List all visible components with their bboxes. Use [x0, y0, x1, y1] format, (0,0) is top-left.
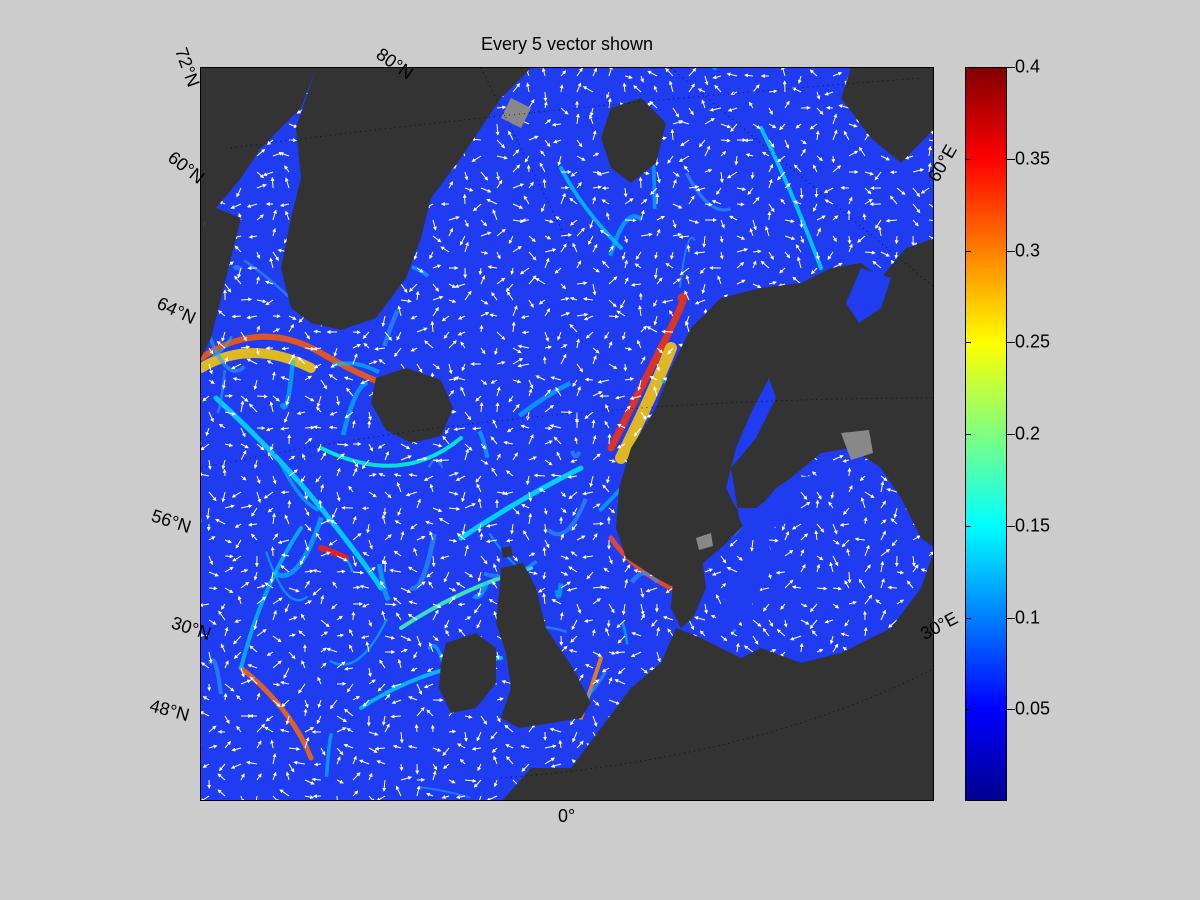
current-vector	[601, 585, 610, 590]
current-vector	[270, 546, 275, 557]
colorbar-tick-label: 0.05	[1015, 698, 1051, 719]
current-vector	[384, 602, 397, 607]
colorbar-tick-label: 0.3	[1015, 240, 1041, 260]
current-vector	[608, 314, 620, 319]
current-vector	[533, 473, 546, 478]
current-vector	[313, 762, 322, 767]
current-vector	[222, 468, 227, 477]
colorbar-tick	[1007, 709, 1015, 711]
colorbar-tick-inner	[965, 250, 971, 252]
current-vector	[606, 619, 611, 628]
current-vector	[607, 433, 612, 445]
colorbar-tick-inner	[965, 709, 971, 711]
current-vector	[543, 523, 548, 534]
current-vector	[736, 202, 745, 207]
colorbar-tick-inner	[965, 525, 971, 527]
colorbar-tick	[1007, 250, 1015, 252]
current-vector	[311, 777, 322, 782]
current-vector	[614, 650, 626, 655]
current-vector	[414, 723, 419, 733]
current-vector	[815, 499, 820, 509]
current-vector	[847, 467, 852, 477]
current-vector	[479, 324, 484, 333]
current-vector	[584, 377, 594, 382]
colorbar-tick	[1007, 67, 1015, 68]
current-vector	[231, 314, 242, 319]
current-vector	[448, 729, 457, 734]
colorbar-tick-inner	[965, 158, 971, 160]
colorbar	[965, 67, 1007, 801]
colorbar-tick	[1007, 525, 1015, 527]
colorbar-tick-label: 0.1	[1015, 607, 1041, 627]
current-vector	[304, 425, 315, 430]
current-vector	[208, 586, 218, 591]
current-vector	[457, 602, 466, 607]
faroe-shetland-islands	[501, 546, 513, 558]
current-vector	[744, 138, 754, 143]
graticule-label-48n: 48°N	[147, 695, 192, 726]
colorbar-tick-label: 0.15	[1015, 515, 1051, 536]
current-vector	[390, 714, 402, 719]
map-plot-area[interactable]	[200, 67, 934, 801]
colorbar-tick-label: 0.2	[1015, 423, 1041, 444]
current-vector	[623, 363, 628, 372]
current-vector	[336, 795, 338, 800]
graticule-label-56n: 56°N	[149, 505, 194, 537]
current-vector	[313, 329, 322, 334]
colorbar-tick	[1007, 617, 1015, 619]
colorbar-tick-label: 0.35	[1015, 148, 1051, 169]
current-vector	[894, 235, 899, 245]
current-vector	[847, 571, 852, 584]
colorbar-tick-label: 0.4	[1015, 56, 1041, 77]
current-vector	[270, 176, 275, 189]
current-vector	[799, 219, 804, 229]
current-vector	[831, 155, 836, 164]
current-vector	[437, 458, 450, 463]
colorbar-tick	[1007, 342, 1015, 344]
current-vector	[816, 586, 828, 591]
current-vector	[661, 329, 674, 334]
colorbar-tick-inner	[965, 67, 971, 68]
current-vector	[767, 211, 772, 221]
current-vector	[256, 394, 268, 399]
colorbar-tick-label: 0.25	[1015, 331, 1051, 352]
current-vector	[887, 585, 898, 590]
colorbar-tick	[1007, 434, 1015, 435]
current-streak	[232, 265, 243, 272]
current-vector	[521, 330, 530, 335]
current-vector	[287, 499, 292, 509]
current-vector	[240, 297, 253, 302]
graticule-label-0: 0°	[558, 806, 576, 826]
current-vector	[495, 402, 500, 413]
current-vector	[351, 611, 356, 621]
current-vector	[399, 763, 404, 772]
current-vector	[686, 244, 691, 253]
graticule-label-64n: 64°N	[153, 292, 199, 329]
current-vector	[336, 569, 346, 574]
colorbar-tick-inner	[965, 617, 971, 619]
current-vector	[224, 554, 234, 559]
current-vector	[847, 235, 852, 245]
colorbar-tick-inner	[965, 342, 971, 344]
current-vector	[638, 176, 643, 189]
colorbar-tick	[1007, 158, 1015, 160]
current-vector	[361, 506, 370, 511]
current-vector	[543, 91, 548, 102]
map-canvas	[201, 68, 933, 800]
current-streak	[651, 157, 657, 209]
colorbar-tick-inner	[965, 434, 971, 435]
